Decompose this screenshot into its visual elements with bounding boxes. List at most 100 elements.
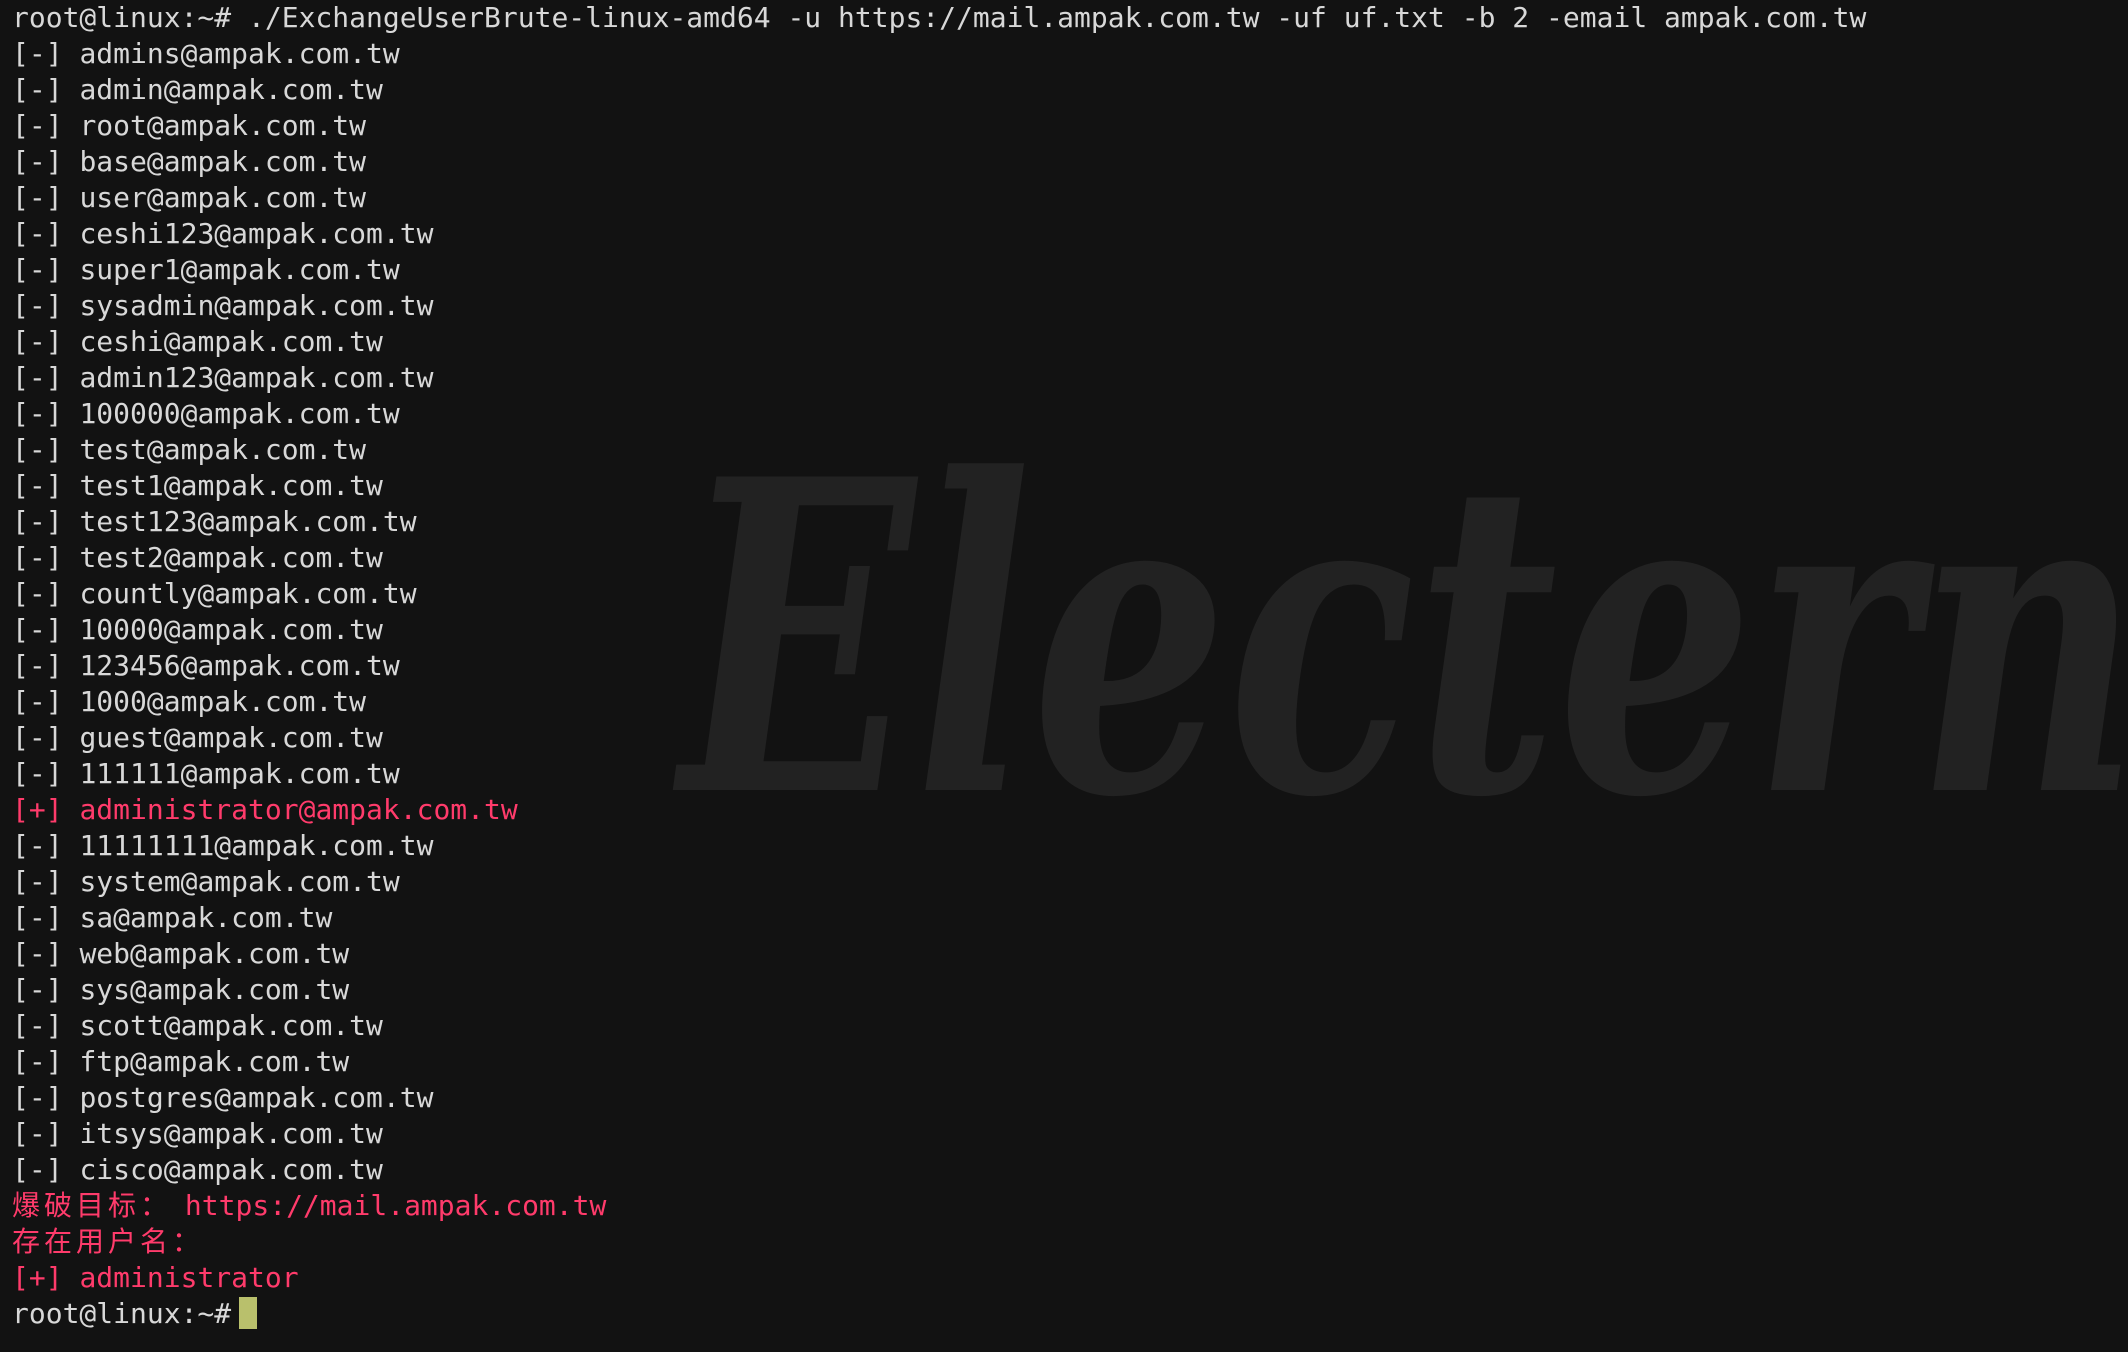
result-email: sys@ampak.com.tw [79, 973, 350, 1006]
result-row: [-] admin123@ampak.com.tw [12, 360, 2128, 396]
result-email: user@ampak.com.tw [79, 181, 367, 214]
result-mark: [-] [12, 757, 63, 790]
result-mark: [-] [12, 865, 63, 898]
result-email: administrator@ampak.com.tw [79, 793, 518, 826]
result-email: cisco@ampak.com.tw [79, 1153, 383, 1186]
result-email: 111111@ampak.com.tw [79, 757, 400, 790]
result-row: [-] 123456@ampak.com.tw [12, 648, 2128, 684]
result-mark: [-] [12, 541, 63, 574]
result-mark: [-] [12, 1153, 63, 1186]
result-email: scott@ampak.com.tw [79, 1009, 383, 1042]
result-row: [-] system@ampak.com.tw [12, 864, 2128, 900]
result-email: test1@ampak.com.tw [79, 469, 383, 502]
result-mark: [-] [12, 577, 63, 610]
found-user-row: [+] administrator [12, 1260, 2128, 1296]
result-mark: [-] [12, 289, 63, 322]
result-row: [-] super1@ampak.com.tw [12, 252, 2128, 288]
result-row: [-] itsys@ampak.com.tw [12, 1116, 2128, 1152]
result-row: [-] test@ampak.com.tw [12, 432, 2128, 468]
result-mark: [-] [12, 181, 63, 214]
result-email: root@ampak.com.tw [79, 109, 367, 142]
result-row: [-] ceshi@ampak.com.tw [12, 324, 2128, 360]
result-email: test123@ampak.com.tw [79, 505, 417, 538]
command-line: root@linux:~# ./ExchangeUserBrute-linux-… [12, 1, 1867, 34]
result-row: [-] test123@ampak.com.tw [12, 504, 2128, 540]
result-mark: [-] [12, 253, 63, 286]
result-mark: [-] [12, 649, 63, 682]
result-email: 123456@ampak.com.tw [79, 649, 400, 682]
result-row: [-] admin@ampak.com.tw [12, 72, 2128, 108]
result-email: test@ampak.com.tw [79, 433, 367, 466]
result-mark: [-] [12, 145, 63, 178]
result-row: [-] scott@ampak.com.tw [12, 1008, 2128, 1044]
result-mark: [-] [12, 505, 63, 538]
terminal-window[interactable]: Electern root@linux:~# ./ExchangeUserBru… [0, 0, 2128, 1352]
result-mark: [-] [12, 217, 63, 250]
result-row: [-] postgres@ampak.com.tw [12, 1080, 2128, 1116]
users-label: 存在用户名： [12, 1225, 205, 1258]
prompt-line[interactable]: root@linux:~# [12, 1296, 2128, 1332]
result-email: web@ampak.com.tw [79, 937, 350, 970]
result-row: [-] 1000@ampak.com.tw [12, 684, 2128, 720]
result-mark: [-] [12, 361, 63, 394]
result-row: [-] test2@ampak.com.tw [12, 540, 2128, 576]
result-mark: [-] [12, 433, 63, 466]
result-email: 10000@ampak.com.tw [79, 613, 383, 646]
result-mark: [-] [12, 613, 63, 646]
result-row: [-] admins@ampak.com.tw [12, 36, 2128, 72]
result-mark: [-] [12, 325, 63, 358]
result-row: [-] base@ampak.com.tw [12, 144, 2128, 180]
result-mark: [-] [12, 973, 63, 1006]
result-mark: [-] [12, 397, 63, 430]
result-mark: [-] [12, 1081, 63, 1114]
result-row: [-] 111111@ampak.com.tw [12, 756, 2128, 792]
result-email: admin123@ampak.com.tw [79, 361, 434, 394]
found-users-list: [+] administrator [12, 1260, 2128, 1296]
result-row: [-] sys@ampak.com.tw [12, 972, 2128, 1008]
result-email: guest@ampak.com.tw [79, 721, 383, 754]
found-user-mark: [+] [12, 1261, 63, 1294]
result-list: [-] admins@ampak.com.tw [-] admin@ampak.c… [12, 36, 2128, 1188]
result-mark: [-] [12, 1045, 63, 1078]
result-row: [-] guest@ampak.com.tw [12, 720, 2128, 756]
result-row: [+] administrator@ampak.com.tw [12, 792, 2128, 828]
shell-prompt: root@linux:~# [12, 1297, 232, 1330]
result-row: [-] countly@ampak.com.tw [12, 576, 2128, 612]
result-email: 11111111@ampak.com.tw [79, 829, 434, 862]
result-mark: [-] [12, 1117, 63, 1150]
result-mark: [-] [12, 109, 63, 142]
result-email: sysadmin@ampak.com.tw [79, 289, 434, 322]
result-row: [-] user@ampak.com.tw [12, 180, 2128, 216]
result-email: system@ampak.com.tw [79, 865, 400, 898]
target-label: 爆破目标： [12, 1189, 173, 1222]
result-row: [-] ftp@ampak.com.tw [12, 1044, 2128, 1080]
found-user-name: administrator [79, 1261, 299, 1294]
result-email: ceshi123@ampak.com.tw [79, 217, 434, 250]
result-row: [-] cisco@ampak.com.tw [12, 1152, 2128, 1188]
result-email: countly@ampak.com.tw [79, 577, 417, 610]
target-url: https://mail.ampak.com.tw [184, 1189, 607, 1222]
result-mark: [-] [12, 37, 63, 70]
target-line: 爆破目标： https://mail.ampak.com.tw [12, 1188, 2128, 1224]
result-row: [-] sa@ampak.com.tw [12, 900, 2128, 936]
result-mark: [-] [12, 73, 63, 106]
terminal-output: root@linux:~# ./ExchangeUserBrute-linux-… [12, 0, 2128, 1332]
result-row: [-] sysadmin@ampak.com.tw [12, 288, 2128, 324]
result-email: itsys@ampak.com.tw [79, 1117, 383, 1150]
result-mark: [-] [12, 1009, 63, 1042]
result-email: 1000@ampak.com.tw [79, 685, 367, 718]
result-email: postgres@ampak.com.tw [79, 1081, 434, 1114]
result-email: admins@ampak.com.tw [79, 37, 400, 70]
result-mark: [-] [12, 937, 63, 970]
result-row: [-] ceshi123@ampak.com.tw [12, 216, 2128, 252]
result-email: 100000@ampak.com.tw [79, 397, 400, 430]
result-row: [-] web@ampak.com.tw [12, 936, 2128, 972]
result-email: test2@ampak.com.tw [79, 541, 383, 574]
result-email: admin@ampak.com.tw [79, 73, 383, 106]
result-row: [-] 11111111@ampak.com.tw [12, 828, 2128, 864]
result-mark: [+] [12, 793, 63, 826]
result-mark: [-] [12, 829, 63, 862]
result-row: [-] 100000@ampak.com.tw [12, 396, 2128, 432]
result-mark: [-] [12, 901, 63, 934]
result-email: sa@ampak.com.tw [79, 901, 333, 934]
